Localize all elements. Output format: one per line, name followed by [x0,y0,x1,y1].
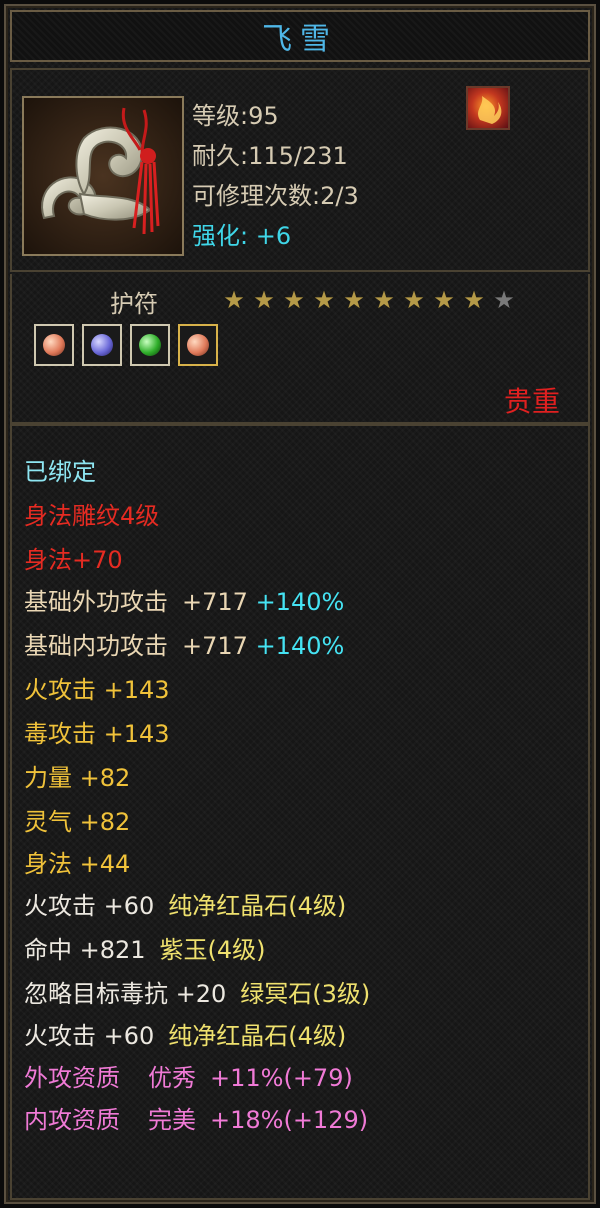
strength-line: 力量 +82 [24,764,131,792]
flame-skill-icon [466,86,510,130]
engrave-bonus-line: 身法+70 [24,546,123,574]
blue-gem-icon [91,334,113,356]
gem-stat-3: 忽略目标毒抗 +20 [24,980,227,1008]
inner-quality-grade: 完美 [148,1106,196,1134]
pink-gem-icon [187,334,209,356]
title-bar: 飞雪 [10,10,590,62]
item-enhance-level: 强化: +6 [192,222,292,250]
outer-quality-label: 外攻资质 [24,1064,120,1092]
outer-attack-value: +717 [182,588,248,616]
inner-quality-line: 内攻资质 完美 +18%(+129) [24,1100,368,1135]
inner-attack-line: 基础内功攻击 +717 +140% [24,626,344,661]
star-filled-icon: ★ [283,286,305,314]
gem-name-3: 绿冥石(3级) [240,980,371,1008]
agility-line: 身法 +44 [24,850,131,878]
outer-quality-grade: 优秀 [148,1064,196,1092]
gem-stat-line-1: 火攻击 +60 纯净红晶石(4级) [24,886,346,921]
outer-attack-label: 基础外功攻击 [24,588,168,616]
item-name: 飞雪 [262,22,338,57]
outer-attack-line: 基础外功攻击 +717 +140% [24,582,344,617]
gem-socket[interactable] [82,324,122,366]
inner-quality-value: +18%(+129) [210,1106,369,1134]
star-filled-icon: ★ [223,286,245,314]
gem-stat-line-4: 火攻击 +60 纯净红晶石(4级) [24,1016,346,1051]
gem-sockets [34,324,218,366]
star-filled-icon: ★ [253,286,275,314]
rarity-label: 贵重 [503,385,560,418]
gem-name-2: 紫玉(4级) [159,936,266,964]
flame-icon [478,96,502,124]
outer-attack-percent: +140% [255,588,345,616]
gem-name-4: 纯净红晶石(4级) [168,1022,347,1050]
star-filled-icon: ★ [343,286,365,314]
item-durability: 耐久:115/231 [192,142,348,170]
inner-attack-label: 基础内功攻击 [24,632,168,660]
bound-status: 已绑定 [24,458,96,486]
inner-attack-value: +717 [182,632,248,660]
star-filled-icon: ★ [403,286,425,314]
star-filled-icon: ★ [313,286,335,314]
inner-quality-label: 内攻资质 [24,1106,120,1134]
gem-socket[interactable] [34,324,74,366]
fire-attack-line: 火攻击 +143 [24,676,170,704]
gem-socket[interactable] [130,324,170,366]
star-empty-icon: ★ [493,286,515,314]
outer-quality-value: +11%(+79) [210,1064,353,1092]
star-filled-icon: ★ [433,286,455,314]
jade-amulet-icon [24,98,182,254]
gem-stat-4: 火攻击 +60 [24,1022,155,1050]
gem-stat-1: 火攻击 +60 [24,892,155,920]
gem-socket[interactable] [178,324,218,366]
item-icon [22,96,184,256]
item-type: 护符 [110,290,158,318]
green-gem-icon [139,334,161,356]
item-repair-count: 可修理次数:2/3 [192,182,359,210]
gem-stat-line-3: 忽略目标毒抗 +20 绿冥石(3级) [24,974,370,1009]
star-filled-icon: ★ [463,286,485,314]
gem-stat-2: 命中 +821 [24,936,146,964]
engrave-line: 身法雕纹4级 [24,502,160,530]
inner-attack-percent: +140% [255,632,345,660]
star-filled-icon: ★ [373,286,395,314]
star-rating: ★ ★ ★ ★ ★ ★ ★ ★ ★ ★ [220,286,518,314]
gem-stat-line-2: 命中 +821 紫玉(4级) [24,930,266,965]
spirit-line: 灵气 +82 [24,808,131,836]
item-level: 等级:95 [192,102,279,130]
poison-attack-line: 毒攻击 +143 [24,720,170,748]
gem-name-1: 纯净红晶石(4级) [168,892,347,920]
outer-quality-line: 外攻资质 优秀 +11%(+79) [24,1058,353,1093]
pink-gem-icon [43,334,65,356]
